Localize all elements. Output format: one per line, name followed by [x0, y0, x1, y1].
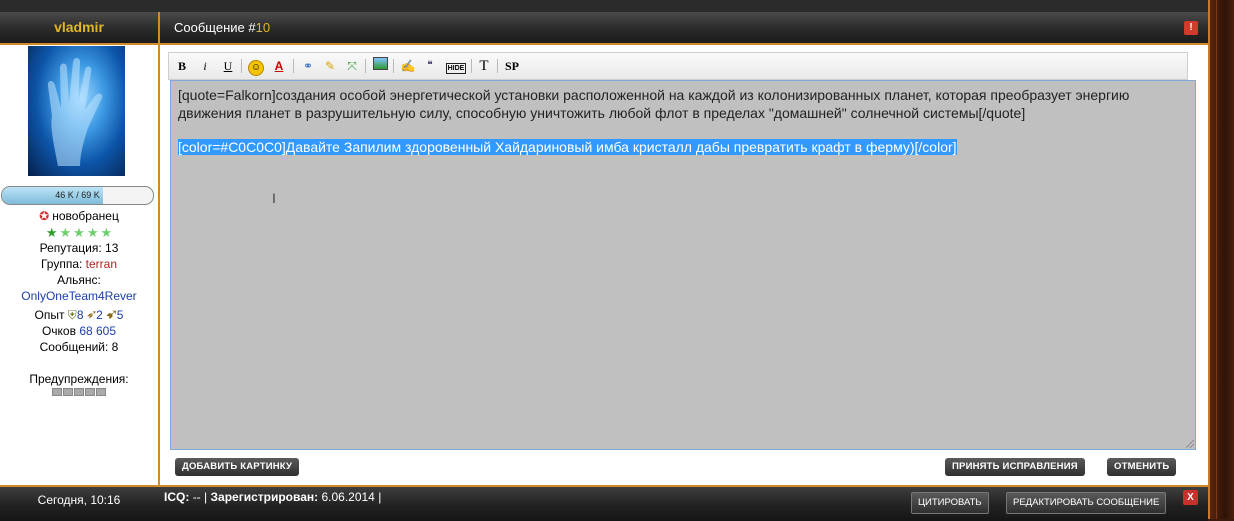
cancel-button[interactable]: ОТМЕНИТЬ: [1107, 458, 1177, 476]
font-color-icon[interactable]: A: [270, 57, 288, 75]
experience-row: Опыт ⛨8 ➶2 ➹5: [0, 307, 158, 323]
rocket-icon: ➶: [86, 308, 97, 322]
accept-changes-button[interactable]: ПРИНЯТЬ ИСПРАВЛЕНИЯ: [945, 458, 1085, 476]
hide-icon[interactable]: HIDE: [445, 57, 467, 75]
messages-label: Сообщений:: [39, 340, 109, 354]
reputation-row: Репутация: 13: [0, 240, 158, 256]
edit-note-icon[interactable]: ✍: [399, 57, 417, 75]
link-icon[interactable]: ⚭: [299, 57, 317, 75]
delete-post-icon[interactable]: X: [1183, 490, 1198, 505]
alliance-label: Альянс:: [57, 273, 101, 287]
rank-icon: ✪: [39, 209, 50, 223]
star-icon: ★: [73, 224, 85, 240]
rating-stars: ★ ★ ★ ★ ★: [0, 224, 158, 240]
message-title: Сообщение #10: [174, 12, 270, 43]
star-icon: ★: [45, 224, 58, 240]
reputation-label: Репутация:: [39, 241, 102, 255]
registered-value: 6.06.2014: [321, 490, 375, 504]
unlink-icon[interactable]: ⤧: [343, 57, 361, 75]
text-cursor-icon: I: [272, 190, 276, 206]
report-icon[interactable]: !: [1184, 21, 1198, 35]
icq-label: ICQ:: [164, 490, 190, 504]
message-title-prefix: Сообщение #: [174, 20, 256, 35]
post-date: Сегодня, 10:16: [37, 493, 121, 507]
ship-icon: ➹: [106, 308, 117, 322]
points-label: Очков: [41, 324, 76, 338]
top-border: [0, 0, 1208, 12]
registered-label: Зарегистрирован:: [210, 490, 319, 504]
rank-row: ✪ новобранец: [0, 208, 158, 224]
group-row: Группа: terran: [0, 256, 158, 272]
star-icon: ★: [86, 224, 99, 240]
spoiler-button[interactable]: SP: [501, 57, 523, 75]
column-divider: [158, 12, 160, 519]
points-value[interactable]: 68 605: [79, 324, 116, 338]
icq-value: --: [192, 490, 201, 504]
warnings-indicator: [0, 388, 158, 396]
edit-message-button[interactable]: РЕДАКТИРОВАТЬ СООБЩЕНИЕ: [1006, 492, 1167, 514]
avatar: [28, 46, 125, 176]
rank-label: новобранец: [52, 209, 119, 223]
editor-toolbar: B i U ☺ A ⚭ ✎ ⤧ ✍ ❝ HIDE T SP: [168, 52, 1188, 80]
resize-handle[interactable]: [1186, 440, 1194, 448]
italic-button[interactable]: i: [196, 57, 214, 75]
editor-quote-text: [quote=Falkorn]создания особой энергетич…: [178, 87, 1130, 121]
reputation-value: 13: [105, 241, 119, 255]
experience-value-1: 8: [76, 308, 84, 322]
editor-selected-text: [color=#C0C0C0]Давайте Запилим здоровенн…: [178, 139, 957, 155]
experience-bar: 46 K / 69 K: [1, 186, 154, 205]
experience-value-2: 2: [96, 308, 103, 322]
add-picture-button[interactable]: ДОБАВИТЬ КАРТИНКУ: [175, 458, 300, 476]
profile-info: ✪ новобранец ★ ★ ★ ★ ★ Репутация: 13 Группа:…: [0, 208, 158, 396]
messages-value: 8: [111, 340, 119, 354]
quote-button[interactable]: ЦИТИРОВАТЬ: [911, 492, 989, 514]
points-row: Очков 68 605: [0, 323, 158, 339]
bold-button[interactable]: B: [173, 57, 191, 75]
separator: |: [378, 490, 382, 504]
quote-icon[interactable]: ❝: [421, 57, 439, 75]
group-value[interactable]: terran: [86, 257, 117, 271]
separator: |: [204, 490, 208, 504]
underline-button[interactable]: U: [219, 57, 237, 75]
message-editor[interactable]: [quote=Falkorn]создания особой энергетич…: [170, 80, 1196, 450]
experience-label: Опыт: [34, 308, 65, 322]
experience-bar-text: 46 K / 69 K: [55, 190, 100, 200]
email-link-icon[interactable]: ✎: [321, 57, 339, 75]
star-icon: ★: [59, 224, 72, 240]
experience-value-3: 5: [116, 308, 124, 322]
shield-icon: ⛨: [67, 308, 77, 322]
warnings-label: Предупреждения:: [29, 372, 129, 386]
hide-icon-label: HIDE: [445, 63, 467, 74]
image-icon[interactable]: [371, 57, 389, 75]
messages-row: Сообщений: 8: [0, 339, 158, 355]
author-username[interactable]: vladmir: [0, 12, 158, 43]
star-icon: ★: [100, 224, 113, 240]
user-meta: ICQ: -- | Зарегистрирован: 6.06.2014 |: [164, 487, 381, 507]
group-label: Группа:: [40, 257, 83, 271]
text-size-button[interactable]: T: [475, 57, 493, 75]
page-background-strip: [1210, 0, 1234, 519]
hand-icon: [47, 57, 103, 166]
message-number[interactable]: 10: [256, 20, 270, 35]
alliance-link[interactable]: OnlyOneTeam4Rever: [0, 288, 158, 304]
smiley-icon[interactable]: ☺: [247, 57, 265, 76]
